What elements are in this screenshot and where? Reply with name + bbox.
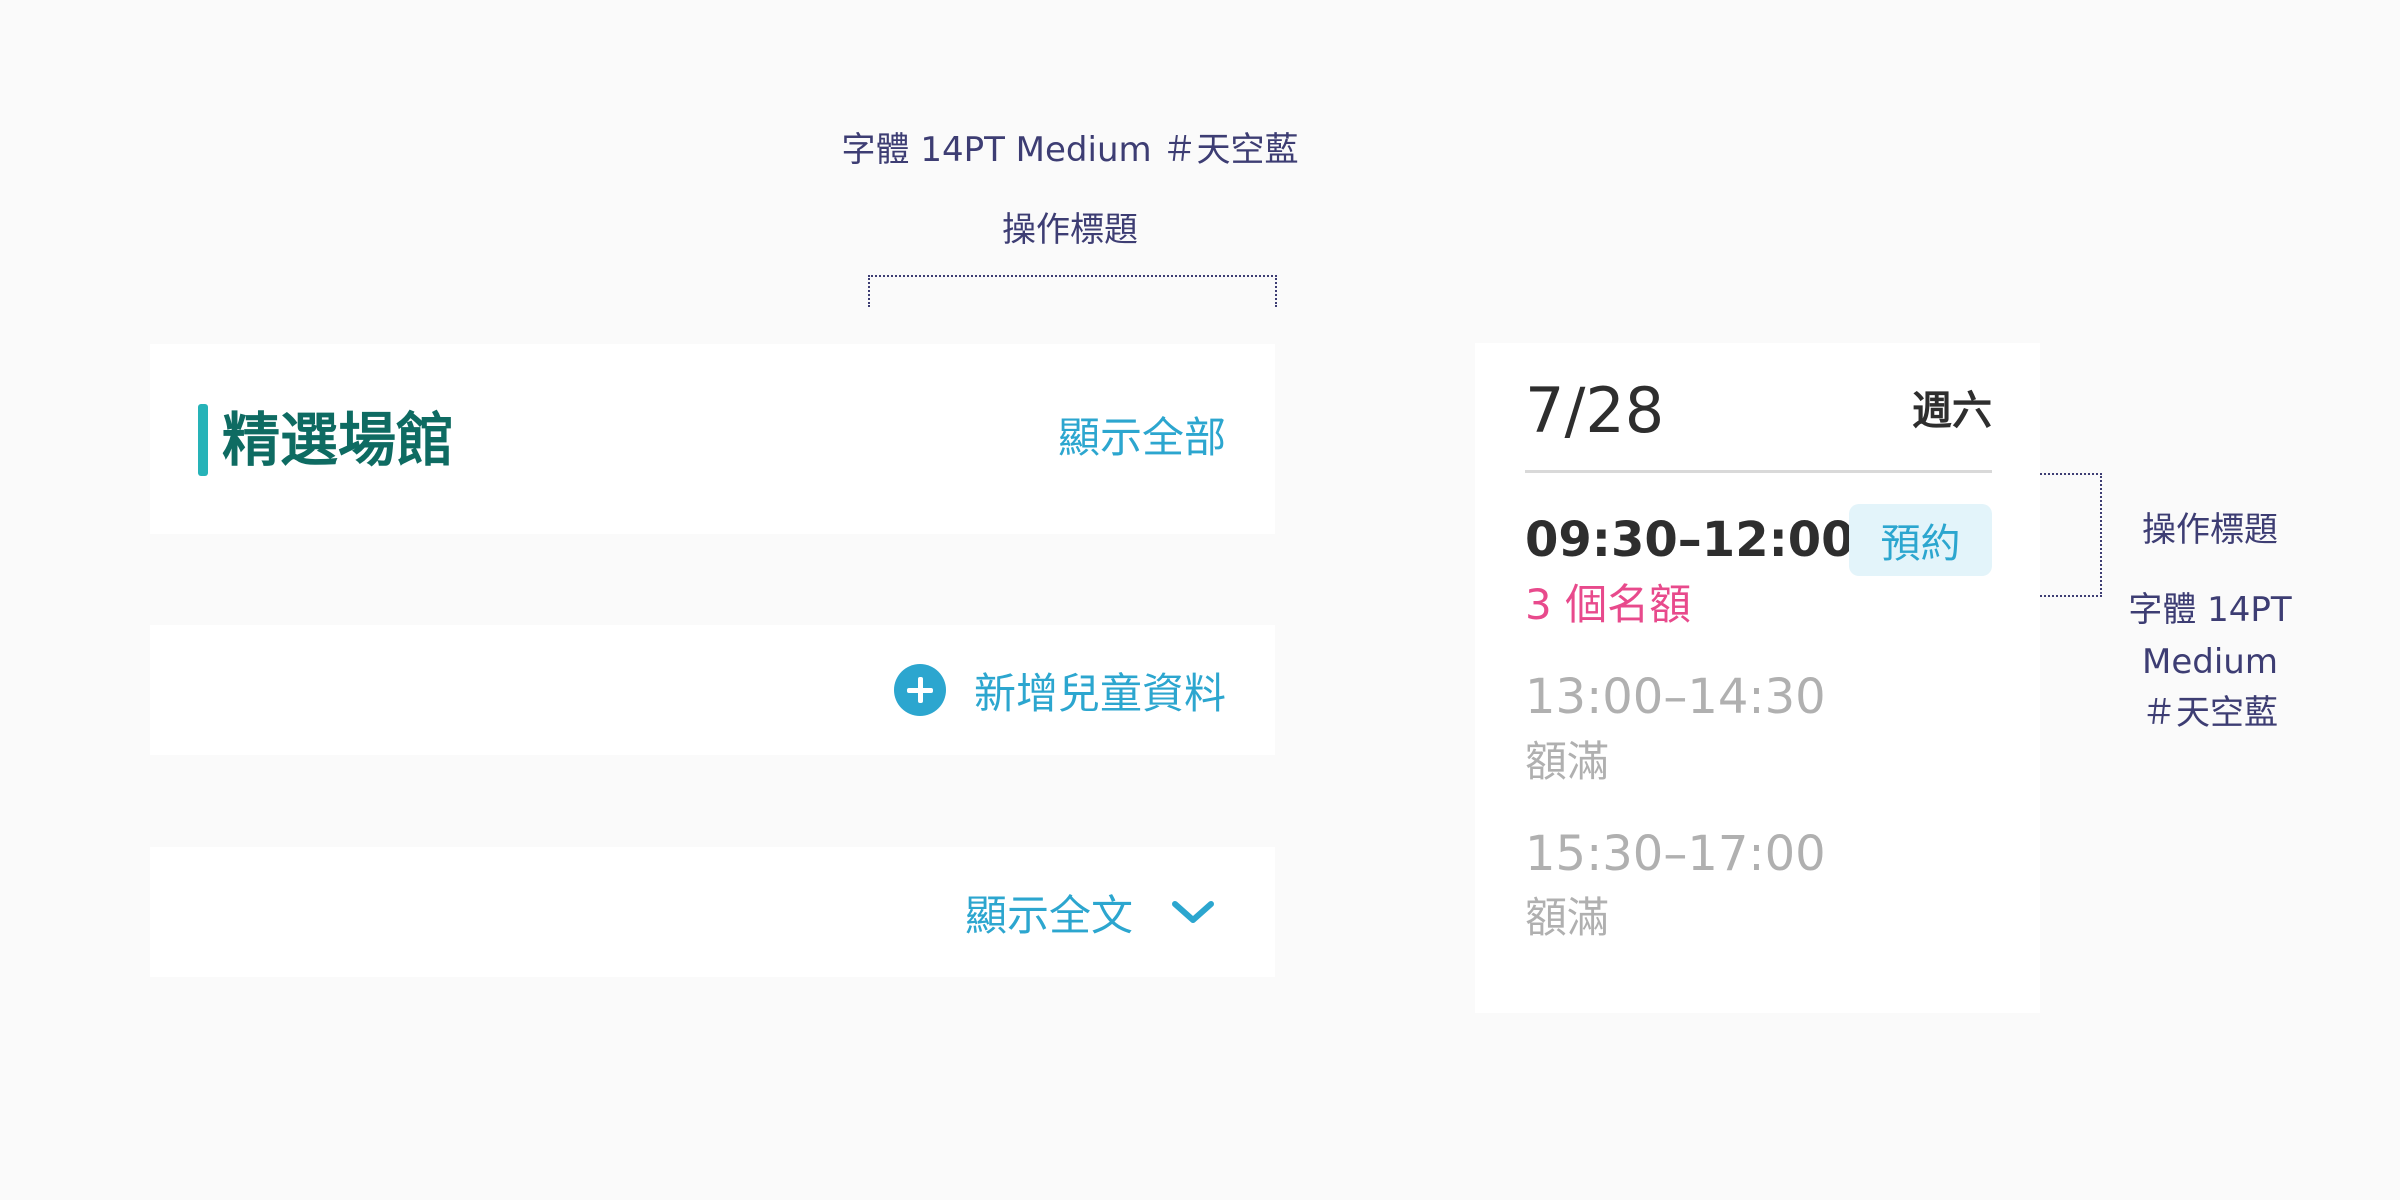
schedule-weekday: 週六 (1912, 388, 1992, 434)
add-child-button[interactable]: 新增兒童資料 (893, 660, 1226, 720)
annotation-bracket-top (868, 275, 1277, 307)
annotation-label-top: 操作標題 (1002, 210, 1138, 250)
show-all-link[interactable]: 顯示全部 (1058, 408, 1226, 468)
annotation-font-spec-top: 字體 14PT Medium ＃天空藍 (841, 130, 1299, 170)
featured-venues-card: 精選場館 顯示全部 (150, 344, 1275, 534)
show-full-text-button[interactable]: 顯示全文 (965, 882, 1215, 942)
schedule-date: 7/28 (1525, 374, 1665, 447)
schedule-divider (1525, 470, 1992, 473)
chevron-down-icon (1172, 901, 1214, 923)
annotation-spec-line: ＃天空藍 (2142, 693, 2278, 734)
add-child-card: 新增兒童資料 (150, 625, 1275, 755)
slot-availability: 3 個名額 (1525, 580, 1692, 629)
schedule-card: 7/28 週六 09:30–12:00 3 個名額 預約 13:00–14:30… (1475, 343, 2040, 1013)
slot-time: 13:00–14:30 (1525, 669, 1826, 725)
title-accent-bar (198, 404, 208, 476)
annotation-label-right: 操作標題 (2142, 510, 2278, 550)
annotation-font-spec-right: 字體 14PT Medium ＃天空藍 (2085, 585, 2335, 740)
plus-circle-icon (893, 664, 946, 716)
section-title: 精選場館 (222, 406, 455, 474)
show-full-text-label: 顯示全文 (964, 890, 1133, 940)
annotation-spec-line: Medium (2142, 641, 2278, 682)
slot-availability: 額滿 (1525, 737, 1610, 786)
add-child-label: 新增兒童資料 (973, 668, 1226, 718)
annotation-spec-line: 字體 14PT (2128, 590, 2292, 630)
slot-availability: 額滿 (1525, 893, 1610, 942)
book-button[interactable]: 預約 (1849, 504, 1992, 576)
slot-time: 09:30–12:00 (1525, 512, 1855, 568)
slot-time: 15:30–17:00 (1525, 826, 1826, 882)
show-full-text-card: 顯示全文 (150, 847, 1275, 977)
